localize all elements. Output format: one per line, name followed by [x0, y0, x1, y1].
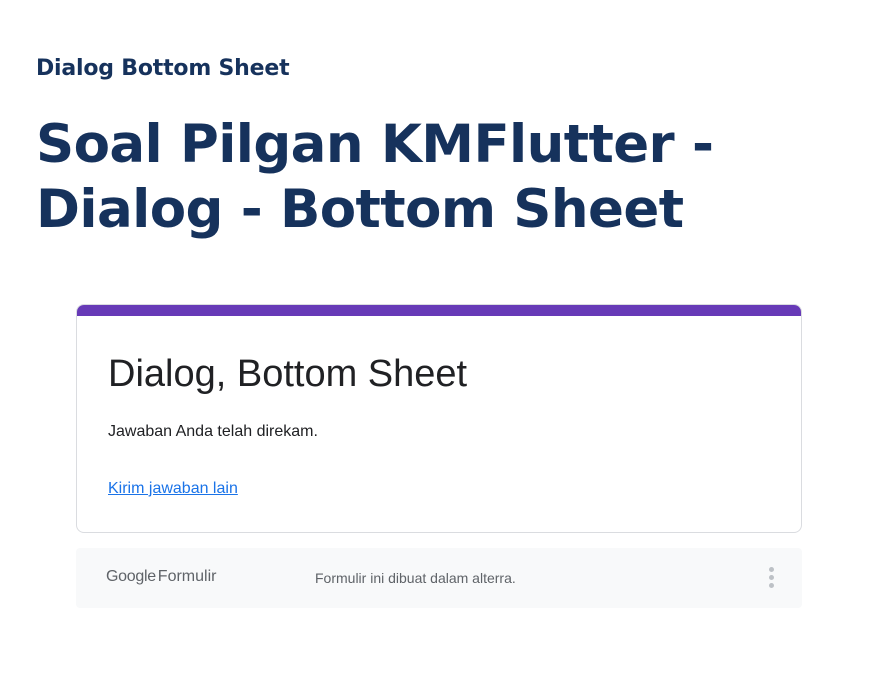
form-accent-bar: [77, 305, 801, 316]
form-footer: Google Formulir Formulir ini dibuat dalam…: [76, 548, 802, 608]
logo-brand: Google: [106, 568, 156, 585]
submit-another-response-link[interactable]: Kirim jawaban lain: [108, 480, 238, 498]
form-response-card: Dialog, Bottom Sheet Jawaban Anda telah …: [76, 304, 802, 533]
more-vertical-icon[interactable]: [762, 565, 782, 591]
google-forms-logo: Google Formulir: [106, 568, 216, 586]
confirmation-message: Jawaban Anda telah direkam.: [108, 423, 318, 440]
logo-product: Formulir: [157, 568, 217, 585]
page-subtitle: Dialog Bottom Sheet: [36, 56, 290, 81]
footer-note: Formulir ini dibuat dalam alterra.: [315, 570, 516, 586]
page-title: Soal Pilgan KMFlutter - Dialog - Bottom …: [36, 114, 714, 240]
form-title: Dialog, Bottom Sheet: [108, 353, 468, 395]
